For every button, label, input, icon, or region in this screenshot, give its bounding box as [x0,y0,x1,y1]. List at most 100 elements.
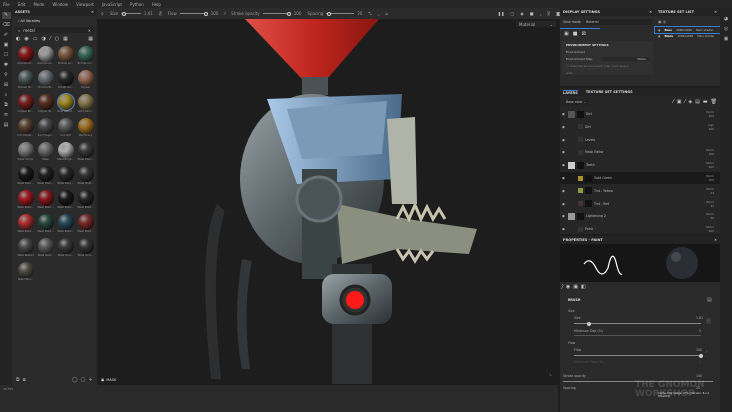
frame-icon[interactable]: ▢ [511,11,515,16]
display-settings-icon[interactable]: ◎ [724,26,728,32]
layer-opacity[interactable]: 100 [709,127,714,131]
camera-settings-icon[interactable]: ■ [573,31,578,37]
mask-toggle[interactable]: ▣ MASK [101,378,116,382]
flow-pressure-icon[interactable]: ⁄ [224,11,225,16]
menu-help[interactable]: Help [152,2,161,7]
filter-materials-icon[interactable]: ◐ [16,36,20,42]
slider-handle[interactable] [699,353,703,358]
texture-set-list-icon[interactable]: ◕ [724,16,728,22]
close-icon[interactable]: ✕ [91,10,94,14]
visibility-icon[interactable]: ◉ [560,189,578,193]
material-tile[interactable]: Silver Armor [16,142,35,164]
visibility-icon[interactable]: ◉ [560,202,578,206]
layer-opacity[interactable]: 100 [709,178,714,182]
menu-window[interactable]: Window [52,2,68,7]
visibility-icon[interactable]: ◉ [658,19,662,24]
bake-icon[interactable]: ⊞ [2,82,11,89]
view-mode-dropdown[interactable]: Material [583,19,652,25]
stencil-tab-icon[interactable]: ▣ [573,284,578,291]
size-pressure-icon[interactable]: ⁄ [158,11,162,16]
3d-viewport[interactable]: Material ⌄ ▣ MASK ⌞ [97,19,560,385]
add-paint-layer-icon[interactable]: ⁄ [684,99,685,105]
material-tile[interactable]: Steel Paint... [56,214,75,236]
camera-align-icon[interactable]: ⌂ [386,11,389,16]
brush-tab-icon[interactable]: ⁄ [562,284,563,291]
visibility-icon[interactable]: ◉ [560,227,578,231]
smudge-icon[interactable]: ☐ [2,52,11,59]
material-tile[interactable]: Bronze St... [16,70,35,92]
properties-icon[interactable]: ▣ [724,36,729,42]
library-selector[interactable]: ‹ All libraries [12,16,97,26]
material-tile[interactable]: Steel Brigh... [56,142,75,164]
layer-opacity[interactable]: 32 [710,204,714,208]
brush-preset-icon[interactable]: ⌕ [101,11,104,17]
environment-icon[interactable]: ◉ [520,11,524,16]
filter-brushes-icon[interactable]: ◑ [41,36,45,42]
pause-icon[interactable]: ❚❚ [498,11,505,16]
filter-filters-icon[interactable]: ○ [55,36,59,42]
close-icon[interactable]: ✕ [649,10,652,14]
size-slider[interactable]: Size 1.61 [110,11,153,16]
layer-opacity[interactable]: 100 [709,152,714,156]
add-group-icon[interactable]: ▤ [695,99,700,105]
menu-mode[interactable]: Mode [33,2,44,7]
grid-view-icon[interactable]: ▦ [88,36,93,42]
material-tile[interactable]: Bronze Co... [76,46,95,68]
visibility-icon[interactable]: ◉ [560,125,578,129]
visibility-icon[interactable]: ◉ [560,150,578,154]
layer-opacity[interactable]: 100 [709,114,714,118]
ruler-icon[interactable]: ≡ [2,112,11,119]
material-tile[interactable]: Iron Dama... [16,118,35,140]
material-tab-icon[interactable]: ◧ [581,284,586,291]
material-tile[interactable]: Steel Dam... [76,142,95,164]
material-tile[interactable]: Steel Dark... [56,166,75,188]
paint-brush-icon[interactable]: ✎ [1,12,11,19]
slider-handle[interactable] [587,321,592,326]
layer-row[interactable]: ◉ Teeth Norm 100 [560,159,720,171]
layer-row[interactable]: ◉ Paint Norm 100 [560,223,720,235]
visibility-icon[interactable]: ◉ [560,112,568,116]
material-tile[interactable]: Steel Scra... [56,238,75,260]
stroke-opacity-slider[interactable]: Stroke opacity 100 [231,11,301,16]
alpha-tab-icon[interactable]: ◉ [566,284,570,291]
environment-settings-icon[interactable]: ▣ [564,31,569,37]
size-pressure-icon[interactable]: ⁄ [706,318,711,324]
close-icon[interactable]: ✕ [714,238,717,242]
layer-opacity[interactable]: 24 [710,191,714,195]
material-tile[interactable]: Steel Paint... [16,214,35,236]
material-tile[interactable]: Bronze Ar... [56,46,75,68]
brush-preset-icon[interactable]: ▤ [707,297,712,303]
delete-icon[interactable]: 🗑 [711,99,717,105]
add-fill-layer-icon[interactable]: ◈ [688,99,692,105]
material-tile[interactable]: Machinery [76,118,95,140]
layer-opacity[interactable]: 100 [709,165,714,169]
material-tile[interactable]: Gold Dam... [76,94,95,116]
solo-icon[interactable]: ◎ [663,19,667,24]
eraser-icon[interactable]: ⌫ [2,22,11,29]
clear-search-icon[interactable]: ✕ [88,28,91,33]
material-tile[interactable]: Steel Matt... [76,166,95,188]
material-tile[interactable]: Steel Paint... [76,190,95,212]
material-tile[interactable]: Steel Scra... [76,238,95,260]
layer-opacity[interactable]: 100 [709,229,714,233]
menu-python[interactable]: Python [130,2,144,7]
projection-icon[interactable]: ✐ [2,32,11,39]
min-size-slider[interactable] [574,335,701,336]
material-tile[interactable]: Cobalt Gu... [56,70,75,92]
visibility-icon[interactable]: ◉ [560,163,568,167]
geometry-fill-icon[interactable]: ▣ [2,42,11,49]
refresh-icon[interactable]: ◯ [72,377,78,383]
material-tile[interactable]: Copper Ro... [16,94,35,116]
visibility-icon[interactable]: ◉ [560,138,578,142]
folder-icon[interactable]: ▢ [81,377,86,383]
layer-row[interactable]: ◉ Tint - Yellow Norm 24 [560,185,720,197]
folder-icon[interactable]: ▬ [703,99,708,105]
layer-row[interactable]: ◉ Gold Green Norm 100 [560,172,720,184]
material-tile[interactable]: Gold Rebuf... [56,93,75,116]
tab-texture-set-settings[interactable]: TEXTURE SET SETTINGS [586,90,633,94]
lazy-mouse-icon[interactable]: ⌟ [378,11,380,16]
size-slider[interactable] [574,321,701,326]
material-tile[interactable]: Steel Dark... [36,166,55,188]
material-tile[interactable]: Iron Old [56,118,75,140]
material-tile[interactable]: Iron Forge... [36,118,55,140]
